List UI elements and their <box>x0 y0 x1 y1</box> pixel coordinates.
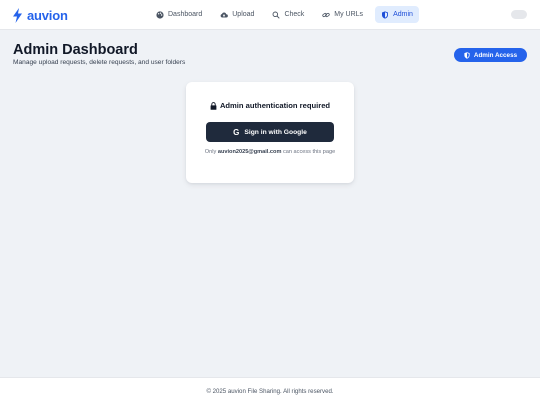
nav-item-upload[interactable]: Upload <box>214 6 260 23</box>
link-icon <box>322 12 330 17</box>
search-icon <box>272 11 281 19</box>
auth-card-title: Admin authentication required <box>0 101 540 110</box>
footer: © 2025 auvion File Sharing. All rights r… <box>0 377 540 405</box>
page-title: Admin Dashboard <box>13 42 138 58</box>
auth-note-prefix: Only <box>204 149 218 155</box>
nav-item-my-urls[interactable]: My URLs <box>316 6 369 23</box>
auth-card-title-text: Admin authentication required <box>219 101 331 110</box>
admin-access-label: Admin Access <box>473 51 518 59</box>
google-sign-in-label: Sign in with Google <box>244 128 307 136</box>
nav-item-label: Dashboard <box>168 11 203 18</box>
nav-item-label: Upload <box>232 11 255 18</box>
lightning-bolt-icon <box>13 7 22 23</box>
google-sign-in-button[interactable]: G Sign in with Google <box>206 122 334 142</box>
cloud-upload-icon <box>220 12 229 17</box>
shield-icon <box>464 51 470 59</box>
main-nav: Dashboard Upload Check My URLs Admin <box>150 6 419 23</box>
page-subtitle: Manage upload requests, delete requests,… <box>13 59 186 66</box>
nav-item-label: My URLs <box>334 11 364 18</box>
nav-item-label: Admin <box>393 11 413 18</box>
logo[interactable]: auvion <box>12 6 68 24</box>
nav-item-dashboard[interactable]: Dashboard <box>150 6 208 23</box>
palette-icon <box>156 10 164 19</box>
footer-copyright: © 2025 auvion File Sharing. All rights r… <box>206 388 334 395</box>
nav-item-label: Check <box>284 11 305 18</box>
google-icon: G <box>233 127 240 137</box>
lock-icon <box>210 101 217 110</box>
shield-icon <box>382 10 389 19</box>
app-name: auvion <box>27 7 68 23</box>
top-navbar: auvion Dashboard Upload Check My URLs Ad… <box>0 0 540 30</box>
nav-item-admin[interactable]: Admin <box>375 6 419 23</box>
admin-access-button[interactable]: Admin Access <box>454 48 527 62</box>
nav-item-check[interactable]: Check <box>266 6 310 23</box>
auth-note: Only auvion2025@gmail.com can access thi… <box>200 149 340 156</box>
theme-toggle[interactable] <box>511 10 527 19</box>
auth-note-suffix: can access this page <box>281 149 336 155</box>
admin-email: auvion2025@gmail.com <box>217 149 282 155</box>
